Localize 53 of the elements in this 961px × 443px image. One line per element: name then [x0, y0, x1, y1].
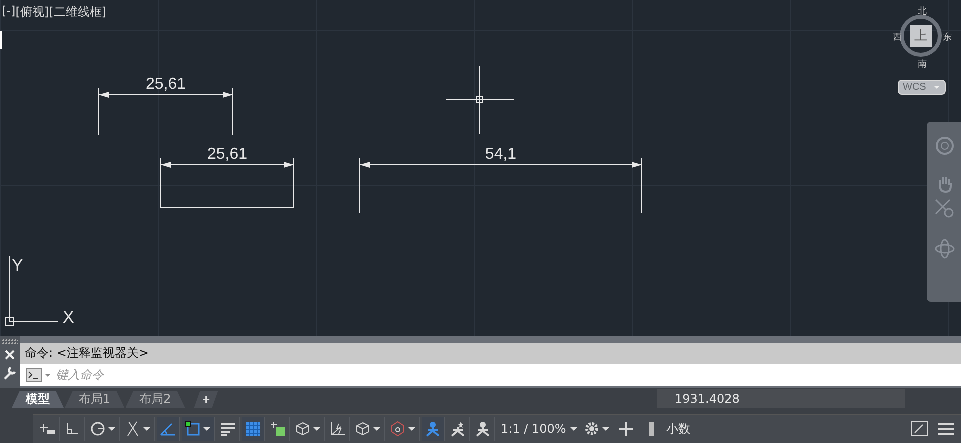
layout-tab[interactable]: 模型: [12, 391, 64, 408]
x-axis-label: X: [63, 308, 74, 327]
compass-label: 北: [918, 8, 927, 17]
status-toggle[interactable]: [182, 417, 215, 441]
angle-icon: [160, 421, 176, 437]
compass-label: 西: [893, 34, 902, 43]
figure-icon: [425, 421, 441, 437]
dimension-value: 25,61: [207, 146, 248, 163]
compass-label: 东: [943, 34, 952, 43]
lines-icon: [220, 421, 236, 437]
menu-icon[interactable]: [937, 421, 955, 437]
command-history: 命令: <注释监视器关>: [20, 343, 961, 364]
y-axis-label: Y: [12, 256, 24, 275]
annotation-scale-dropdown[interactable]: 1:1 / 100%: [497, 422, 582, 436]
dimension-value: 25,61: [146, 76, 186, 93]
layout-tab[interactable]: 布局2: [126, 391, 186, 408]
plus-icon[interactable]: [618, 421, 634, 437]
circle-icon: [90, 421, 106, 437]
viewport-control[interactable]: [俯视]: [16, 4, 50, 21]
viewport-control[interactable]: [-]: [2, 4, 16, 21]
crossing-icon: [125, 421, 141, 437]
hatch-icon: [245, 421, 261, 437]
gear-icon[interactable]: [584, 421, 600, 437]
square-icon: [185, 421, 201, 437]
viewport-control[interactable]: [二维线框]: [49, 4, 106, 21]
cube-icon: [295, 421, 311, 437]
text-cursor: [0, 31, 2, 49]
grip-handle[interactable]: [2, 339, 18, 344]
close-icon[interactable]: [4, 349, 16, 361]
crosshair-cursor: [446, 66, 514, 134]
corner-icon: [65, 421, 81, 437]
prompt-icon[interactable]: [26, 368, 42, 382]
caret-icon[interactable]: [45, 374, 51, 380]
coordinates-readout: 1931.4028: [657, 389, 905, 408]
figure-star-icon: [450, 421, 466, 437]
expand-icon[interactable]: [911, 421, 929, 437]
status-toggle[interactable]: [37, 417, 60, 441]
plus-bar-icon: [40, 421, 56, 437]
compass-label: 南: [918, 61, 927, 70]
units-label[interactable]: 小数: [658, 420, 698, 438]
viewcube-face[interactable]: 上: [910, 25, 932, 47]
plus-square-icon: [270, 421, 286, 437]
cube-icon: [355, 421, 371, 437]
add-tab-button[interactable]: +: [194, 391, 218, 408]
wrench-icon[interactable]: [3, 366, 17, 380]
layout-tab[interactable]: 布局1: [65, 391, 125, 408]
status-toggle[interactable]: [157, 417, 180, 441]
figure-icon: [475, 421, 491, 437]
status-toggle[interactable]: [422, 417, 445, 441]
status-toggle[interactable]: [242, 417, 265, 441]
ucs-axes-icon: [6, 256, 58, 326]
axes-icon: [330, 421, 346, 437]
dimension-value: 54,1: [485, 146, 517, 163]
